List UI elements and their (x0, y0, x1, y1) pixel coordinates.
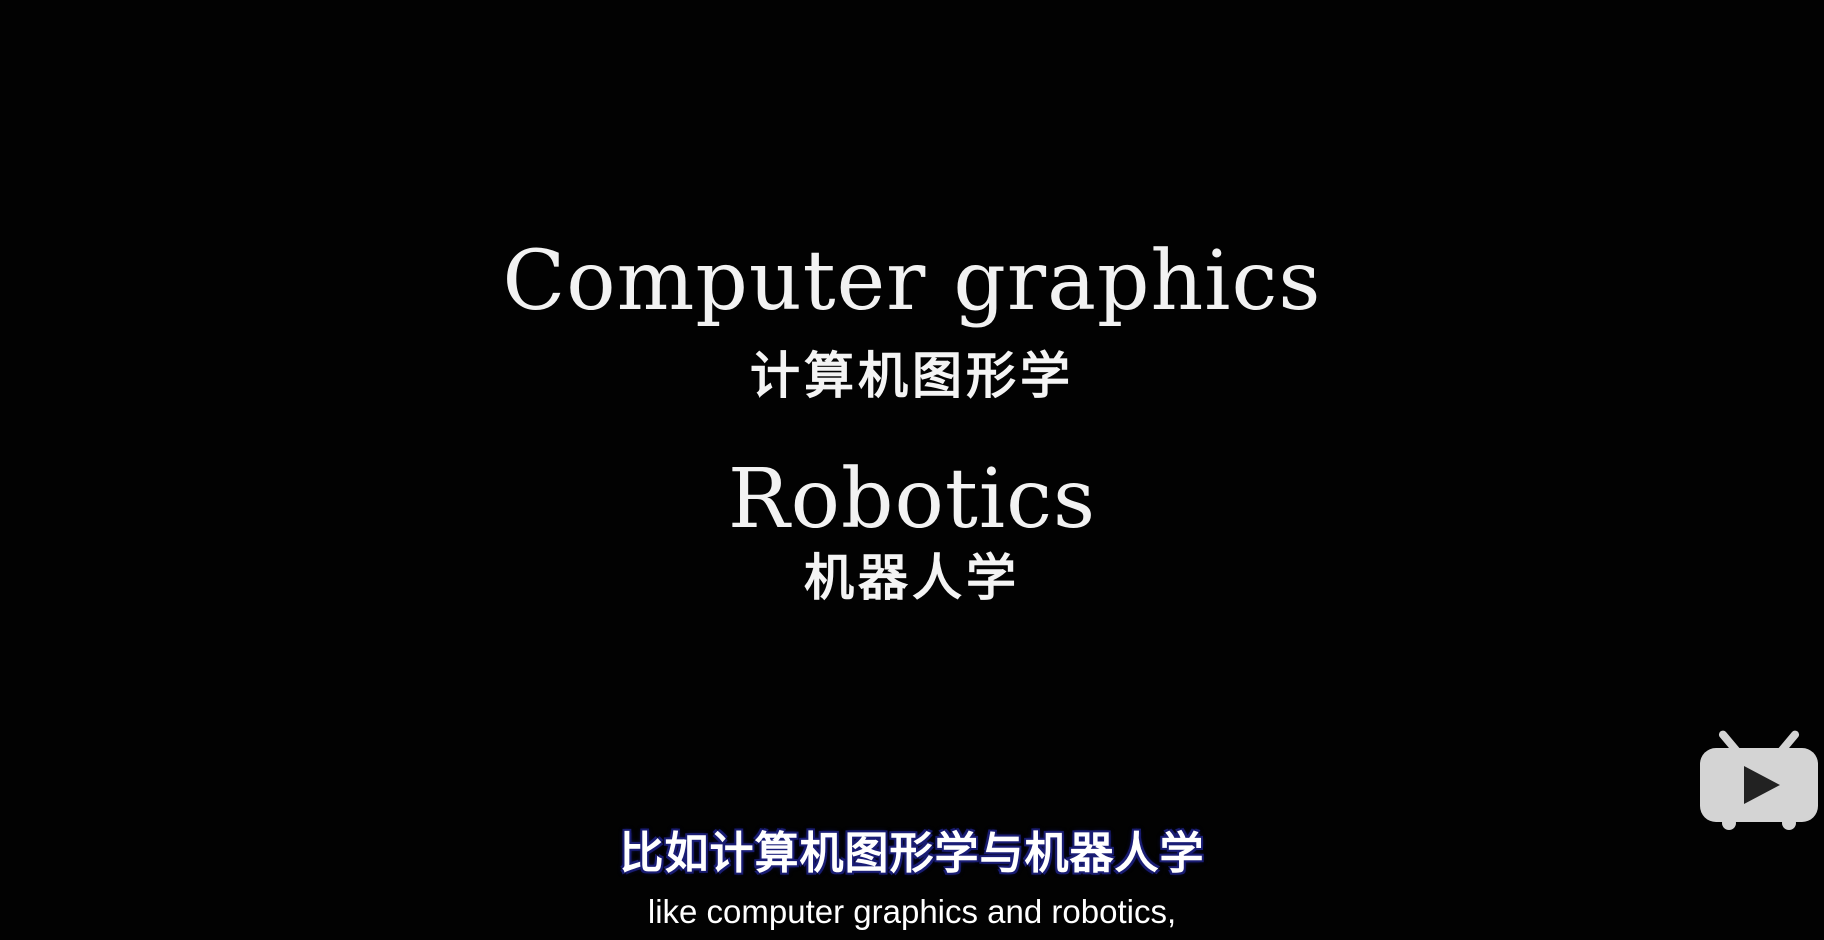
subtitle-chinese: 比如计算机图形学与机器人学 (619, 828, 1205, 879)
tv-play-icon (1700, 730, 1818, 830)
term-computer-graphics-chinese: 计算机图形学 (750, 347, 1074, 405)
term-robotics-english: Robotics (727, 452, 1097, 547)
term-computer-graphics-english: Computer graphics (502, 234, 1322, 329)
video-frame: Computer graphics 计算机图形学 Robotics 机器人学 比… (0, 0, 1824, 940)
term-robotics-chinese: 机器人学 (804, 549, 1020, 607)
subtitle-english: like computer graphics and robotics, (647, 893, 1177, 930)
